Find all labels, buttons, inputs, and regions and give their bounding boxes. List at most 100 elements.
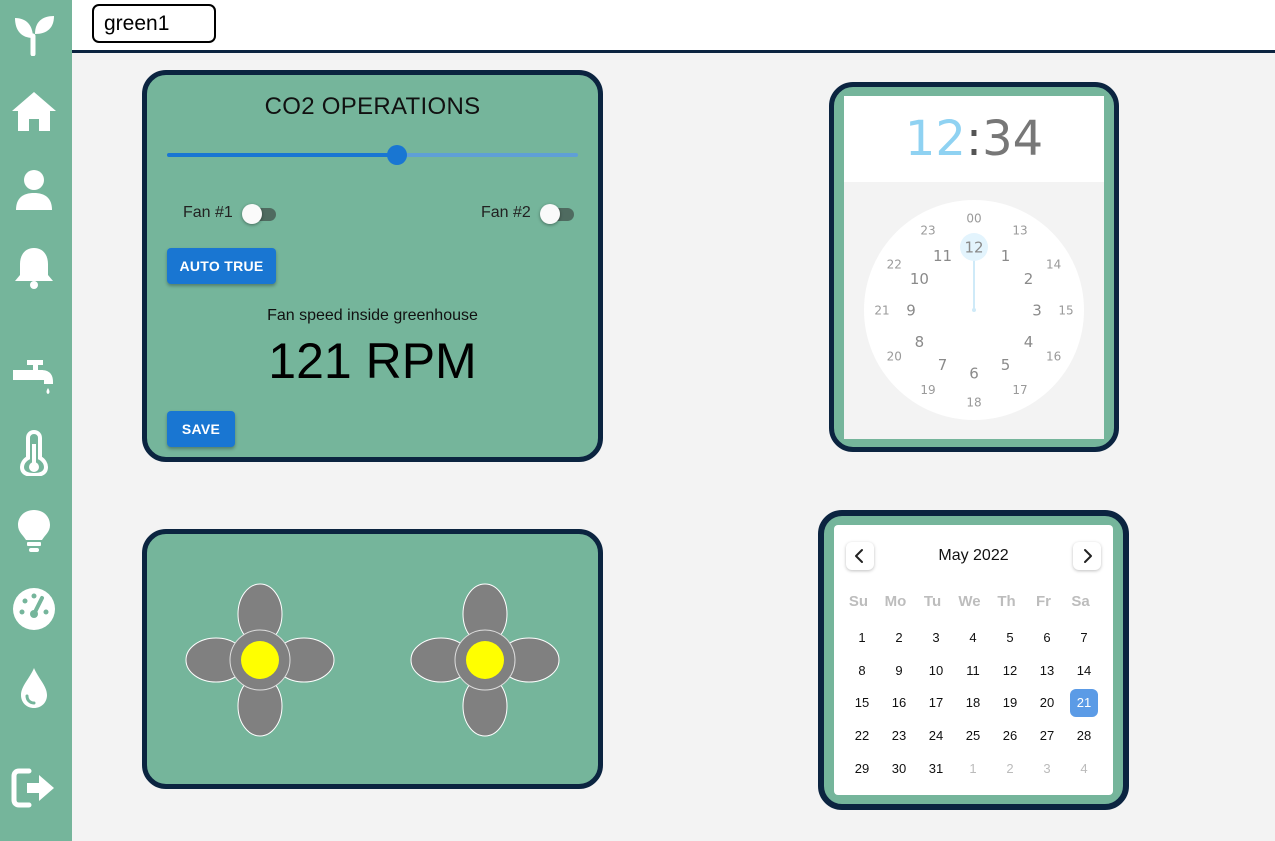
clock-hour-24-option[interactable]: 21: [874, 303, 889, 317]
calendar-day[interactable]: 3: [922, 624, 950, 652]
calendar-day[interactable]: 25: [959, 722, 987, 750]
clock-hour-option[interactable]: 4: [1024, 333, 1034, 351]
calendar-day[interactable]: 26: [996, 722, 1024, 750]
calendar-day[interactable]: 2: [885, 624, 913, 652]
calendar-day[interactable]: 15: [848, 689, 876, 717]
calendar-day[interactable]: 8: [848, 657, 876, 685]
clock-hour-option[interactable]: 9: [906, 301, 916, 319]
fan1-label: Fan #1: [183, 204, 233, 221]
fan1-toggle[interactable]: [242, 204, 280, 224]
calendar-weekday: Fr: [1036, 593, 1051, 610]
calendar-day[interactable]: 4: [959, 624, 987, 652]
calendar-day[interactable]: 1: [959, 755, 987, 783]
calendar-day[interactable]: 18: [959, 689, 987, 717]
time-hour[interactable]: 12: [905, 111, 966, 167]
calendar-day[interactable]: 27: [1033, 722, 1061, 750]
clock-hour-24-option[interactable]: 00: [966, 211, 981, 225]
fan2-toggle[interactable]: [540, 204, 578, 224]
home-icon[interactable]: [11, 88, 57, 134]
co2-title: CO2 OPERATIONS: [264, 93, 481, 120]
thermometer-icon[interactable]: [11, 430, 57, 476]
time-minute[interactable]: 34: [982, 111, 1043, 167]
clock-hour-option[interactable]: 3: [1032, 301, 1042, 319]
clock-hour-option[interactable]: 5: [1001, 356, 1011, 374]
calendar-day[interactable]: 14: [1070, 657, 1098, 685]
time-display: 12:34: [844, 96, 1104, 182]
clock-hour-option[interactable]: 1: [1001, 247, 1011, 265]
calendar-day[interactable]: 1: [848, 624, 876, 652]
gauge-icon[interactable]: [11, 586, 57, 632]
calendar-day[interactable]: 19: [996, 689, 1024, 717]
clock-dial[interactable]: 00131415161718192021222312 1234567891011: [864, 200, 1084, 420]
save-button[interactable]: SAVE: [167, 411, 235, 447]
clock-hour-24-option[interactable]: 20: [887, 349, 902, 363]
chevron-right-icon: [1084, 549, 1092, 563]
calendar-day[interactable]: 7: [1070, 624, 1098, 652]
fan-speed-value: 121 RPM: [268, 333, 477, 389]
calendar-weekday: We: [958, 593, 981, 610]
clock-hour-option[interactable]: 6: [969, 364, 979, 382]
topbar: [72, 0, 1275, 53]
calendar-weekday: Th: [997, 593, 1016, 610]
calendar-day[interactable]: 5: [996, 624, 1024, 652]
clock-hour-option[interactable]: 8: [915, 333, 925, 351]
calendar-day[interactable]: 31: [922, 755, 950, 783]
calendar-day[interactable]: 4: [1070, 755, 1098, 783]
calendar-day[interactable]: 30: [885, 755, 913, 783]
clock-hour-option[interactable]: 7: [938, 356, 948, 374]
calendar-day[interactable]: 9: [885, 657, 913, 685]
calendar-day[interactable]: 11: [959, 657, 987, 685]
clock-hour-24-option[interactable]: 22: [887, 257, 902, 271]
co2-slider-thumb[interactable]: [387, 145, 408, 165]
calendar-day[interactable]: 24: [922, 722, 950, 750]
calendar-weekday: Su: [848, 593, 869, 610]
clock-hour-24-option[interactable]: 14: [1046, 257, 1061, 271]
calendar-day[interactable]: 17: [922, 689, 950, 717]
calendar-day[interactable]: 6: [1033, 624, 1061, 652]
calendar-day-selected[interactable]: 21: [1070, 689, 1098, 717]
calendar-day[interactable]: 12: [996, 657, 1024, 685]
calendar-day[interactable]: 10: [922, 657, 950, 685]
logout-icon[interactable]: [11, 765, 57, 811]
calendar-weekday: Mo: [884, 593, 907, 610]
calendar-day[interactable]: 13: [1033, 657, 1061, 685]
calendar-day[interactable]: 3: [1033, 755, 1061, 783]
co2-slider[interactable]: [167, 145, 578, 165]
clock-hour-24-option[interactable]: 16: [1046, 349, 1061, 363]
clock-hour-option[interactable]: 2: [1024, 270, 1034, 288]
clock-hour-option[interactable]: 11: [933, 247, 952, 265]
clock-hour-option[interactable]: 10: [910, 270, 929, 288]
clock-hour-24-option[interactable]: 18: [966, 395, 981, 409]
clock-hour-24-option[interactable]: 15: [1058, 303, 1073, 317]
calendar-day[interactable]: 22: [848, 722, 876, 750]
sidebar: [0, 0, 72, 841]
calendar-day[interactable]: 16: [885, 689, 913, 717]
calendar-day[interactable]: 29: [848, 755, 876, 783]
fan1-toggle-knob: [242, 204, 262, 224]
calendar-day[interactable]: 23: [885, 722, 913, 750]
calendar-day[interactable]: 28: [1070, 722, 1098, 750]
fan2-label: Fan #2: [481, 204, 531, 221]
bell-icon[interactable]: [11, 244, 57, 290]
greenhouse-select-input[interactable]: [92, 4, 216, 43]
clock-hour-24-option[interactable]: 17: [1012, 383, 1027, 397]
lightbulb-icon[interactable]: [11, 508, 57, 554]
user-icon[interactable]: [11, 166, 57, 212]
water-drop-icon[interactable]: [11, 664, 57, 710]
clock-hour-24-option[interactable]: 13: [1012, 224, 1027, 238]
next-month-button[interactable]: [1073, 542, 1101, 570]
time-picker: 12:34 00 13 14 15 16 17 18 19 20 21 22 23 12 1 2 3 4 5 6 7 8…: [844, 96, 1104, 439]
co2-operations-card: CO2 OPERATIONS Fan #1 Fan #2 AUTO TRUE F…: [142, 70, 603, 462]
clock-hour-24-option[interactable]: 19: [920, 383, 935, 397]
calendar-day[interactable]: 2: [996, 755, 1024, 783]
fan2-toggle-knob: [540, 204, 560, 224]
fans-svg: [185, 583, 560, 737]
fan-hub: [241, 641, 279, 679]
sprout-logo-icon[interactable]: [11, 10, 57, 56]
clock-hour-24-option[interactable]: 23: [920, 224, 935, 238]
calendar-day[interactable]: 20: [1033, 689, 1061, 717]
clock-center: [972, 308, 976, 312]
clock-hour-option[interactable]: 12: [964, 238, 983, 256]
auto-button[interactable]: AUTO TRUE: [167, 248, 276, 284]
water-tap-icon[interactable]: [11, 350, 57, 396]
